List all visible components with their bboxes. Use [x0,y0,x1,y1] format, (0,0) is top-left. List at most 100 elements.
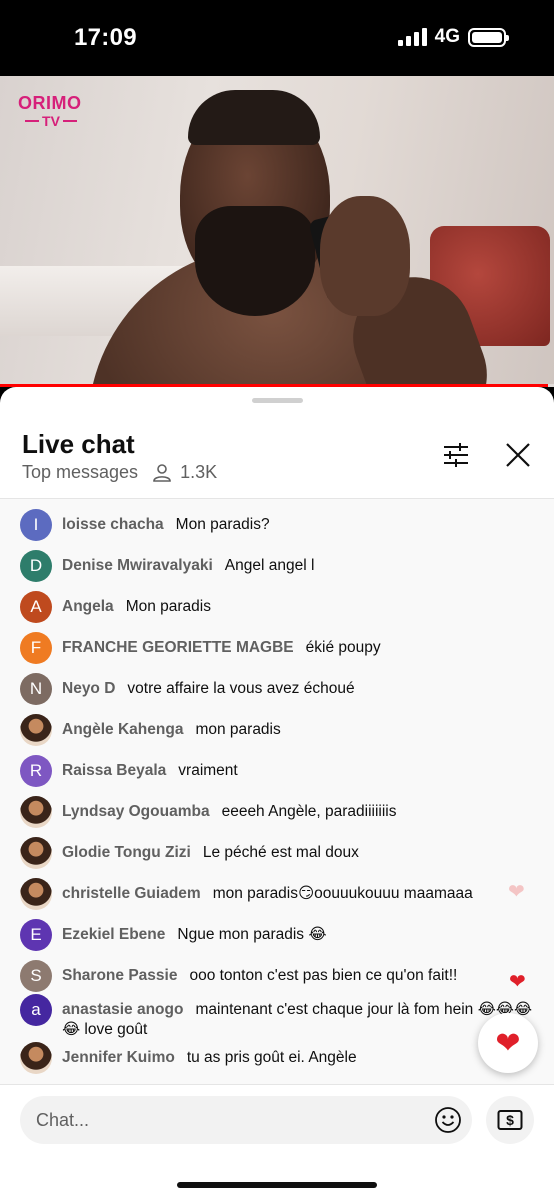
chat-title: Live chat [22,429,135,459]
avatar: S [20,960,52,992]
chat-text: mon paradis😏oouuukouuu maamaaa [212,885,473,902]
chat-author[interactable]: FRANCHE GEORIETTE MAGBE [62,639,294,656]
avatar-letter: a [31,1000,41,1019]
chat-author[interactable]: Angèle Kahenga [62,721,183,738]
chat-text: ékié poupy [305,639,381,656]
heart-icon: ❤ [495,1026,521,1060]
chat-message[interactable]: A Angela Mon paradis [20,591,534,623]
logo-line2: TV [42,113,60,129]
chat-message[interactable]: F FRANCHE GEORIETTE MAGBE ékié poupy [20,632,534,664]
chat-text: tu as pris goût ei. Angèle [186,1049,357,1066]
chat-text: Le péché est mal doux [202,844,359,861]
signal-icon [397,28,427,46]
chat-message-body: Glodie Tongu Zizi Le péché est mal doux [62,837,359,863]
channel-logo: ORIMO TV [18,94,84,128]
live-chat-panel: Live chat Top messages 1.3K Iloisse chac… [0,387,554,1200]
chat-text: Ngue mon paradis 😂 [177,926,327,943]
chat-message-body: anastasie anogo maintenant c'est chaque j… [62,994,534,1040]
avatar-letter: N [29,679,43,698]
chat-message[interactable]: Iloisse chacha Mon paradis? [20,509,534,541]
chat-message[interactable]: Angèle Kahenga mon paradis [20,714,534,746]
chat-author[interactable]: Raissa Beyala [62,762,166,779]
avatar-letter: F [30,638,42,657]
chat-message-body: Lyndsay Ogouamba eeeeh Angèle, paradiiiii… [62,796,397,822]
home-indicator[interactable] [177,1182,377,1188]
smiley-icon[interactable] [434,1106,462,1134]
chat-author[interactable]: Sharone Passie [62,967,177,984]
chat-author[interactable]: Jennifer Kuimo [62,1049,175,1066]
battery-icon [468,27,509,47]
chat-text: Angel angel l [224,557,315,574]
chat-message[interactable]: S Sharone Passie ooo tonton c'est pas bien… [20,960,534,992]
super-chat-button[interactable]: $ [486,1096,534,1144]
chat-author[interactable]: Neyo D [62,680,115,697]
chat-message[interactable]: Lyndsay Ogouamba eeeeh Angèle, paradiiiii… [20,796,534,828]
chat-author[interactable]: Lyndsay Ogouamba [62,803,210,820]
chat-mode-selector[interactable]: Top messages 1.3K [22,462,217,483]
divider [0,1084,554,1085]
chat-message-body: loisse chacha Mon paradis? [62,509,270,535]
avatar: A [20,591,52,623]
status-bar: 17:09 4G [0,0,554,76]
chat-message-body: FRANCHE GEORIETTE MAGBE ékié poupy [62,632,381,658]
logo-line1: ORIMO [18,93,82,113]
chat-text: ooo tonton c'est pas bien ce qu'on fait!… [189,967,458,984]
chat-message-body: christelle Guiadem mon paradis😏oouuukouuu… [62,878,473,904]
chat-text: vraiment [178,762,238,779]
chat-message-body: Ezekiel Ebene Ngue mon paradis 😂 [62,919,326,945]
close-icon[interactable] [502,439,534,471]
avatar-letter: S [30,966,42,985]
chat-message[interactable]: E Ezekiel Ebene Ngue mon paradis 😂 [20,919,534,951]
chat-author[interactable]: Denise Mwiravalyaki [62,557,213,574]
chat-text: Mon paradis? [175,516,270,533]
chat-message-body: Angèle Kahenga mon paradis [62,714,281,740]
chat-message[interactable]: a anastasie anogo maintenant c'est chaque … [20,994,534,1040]
avatar-letter: R [29,761,43,780]
heart-icon: ❤ [508,881,525,903]
heart-reaction-button[interactable]: ❤ [478,1013,538,1073]
avatar-letter: I [33,515,39,534]
avatar: F [20,632,52,664]
avatar: E [20,919,52,951]
chat-mode-label: Top messages [22,462,139,482]
chat-message[interactable]: N Neyo D votre affaire la vous avez échoué [20,673,534,705]
chat-message[interactable]: christelle Guiadem mon paradis😏oouuukouuu… [20,878,534,910]
chat-text: mon paradis [195,721,281,738]
video-scene [188,90,320,145]
chat-text: eeeeh Angèle, paradiiiiiiis [221,803,397,820]
avatar-letter: A [30,597,42,616]
heart-icon: ❤ [509,971,526,993]
chat-author[interactable]: Angela [62,598,114,615]
chat-message[interactable]: Glodie Tongu Zizi Le péché est mal doux [20,837,534,869]
avatar: a [20,994,52,1026]
network-type: 4G [434,26,460,47]
logo-line2-row: TV [18,114,84,128]
tune-icon[interactable] [440,439,472,471]
chat-text: Mon paradis [125,598,211,615]
chat-message-body: Sharone Passie ooo tonton c'est pas bien … [62,960,457,986]
avatar: D [20,550,52,582]
viewer-count-value: 1.3K [180,462,218,482]
chat-message[interactable]: D Denise Mwiravalyaki Angel angel l [20,550,534,582]
video-scene [195,206,315,316]
video-scene [320,196,410,316]
chat-author[interactable]: loisse chacha [62,516,164,533]
svg-text:$: $ [506,1112,514,1128]
avatar: R [20,755,52,787]
chat-message-body: Jennifer Kuimo tu as pris goût ei. Angèle [62,1042,357,1068]
chat-message-list[interactable]: Iloisse chacha Mon paradis? D Denise Mwirav… [0,499,554,1084]
chat-message[interactable]: Jennifer Kuimo tu as pris goût ei. Angèle [20,1042,534,1074]
chat-author[interactable]: Glodie Tongu Zizi [62,844,191,861]
dollar-icon: $ [497,1110,523,1130]
chat-author[interactable]: christelle Guiadem [62,885,201,902]
avatar: N [20,673,52,705]
video-player[interactable]: ORIMO TV [0,76,554,387]
chat-message-body: Denise Mwiravalyaki Angel angel l [62,550,314,576]
chat-message-body: Angela Mon paradis [62,591,211,617]
chat-message-body: Neyo D votre affaire la vous avez échoué [62,673,355,699]
chat-message[interactable]: R Raissa Beyala vraiment [20,755,534,787]
chat-input[interactable] [20,1096,420,1144]
chat-author[interactable]: anastasie anogo [62,1001,183,1018]
chat-author[interactable]: Ezekiel Ebene [62,926,165,943]
drag-handle[interactable] [252,398,303,403]
